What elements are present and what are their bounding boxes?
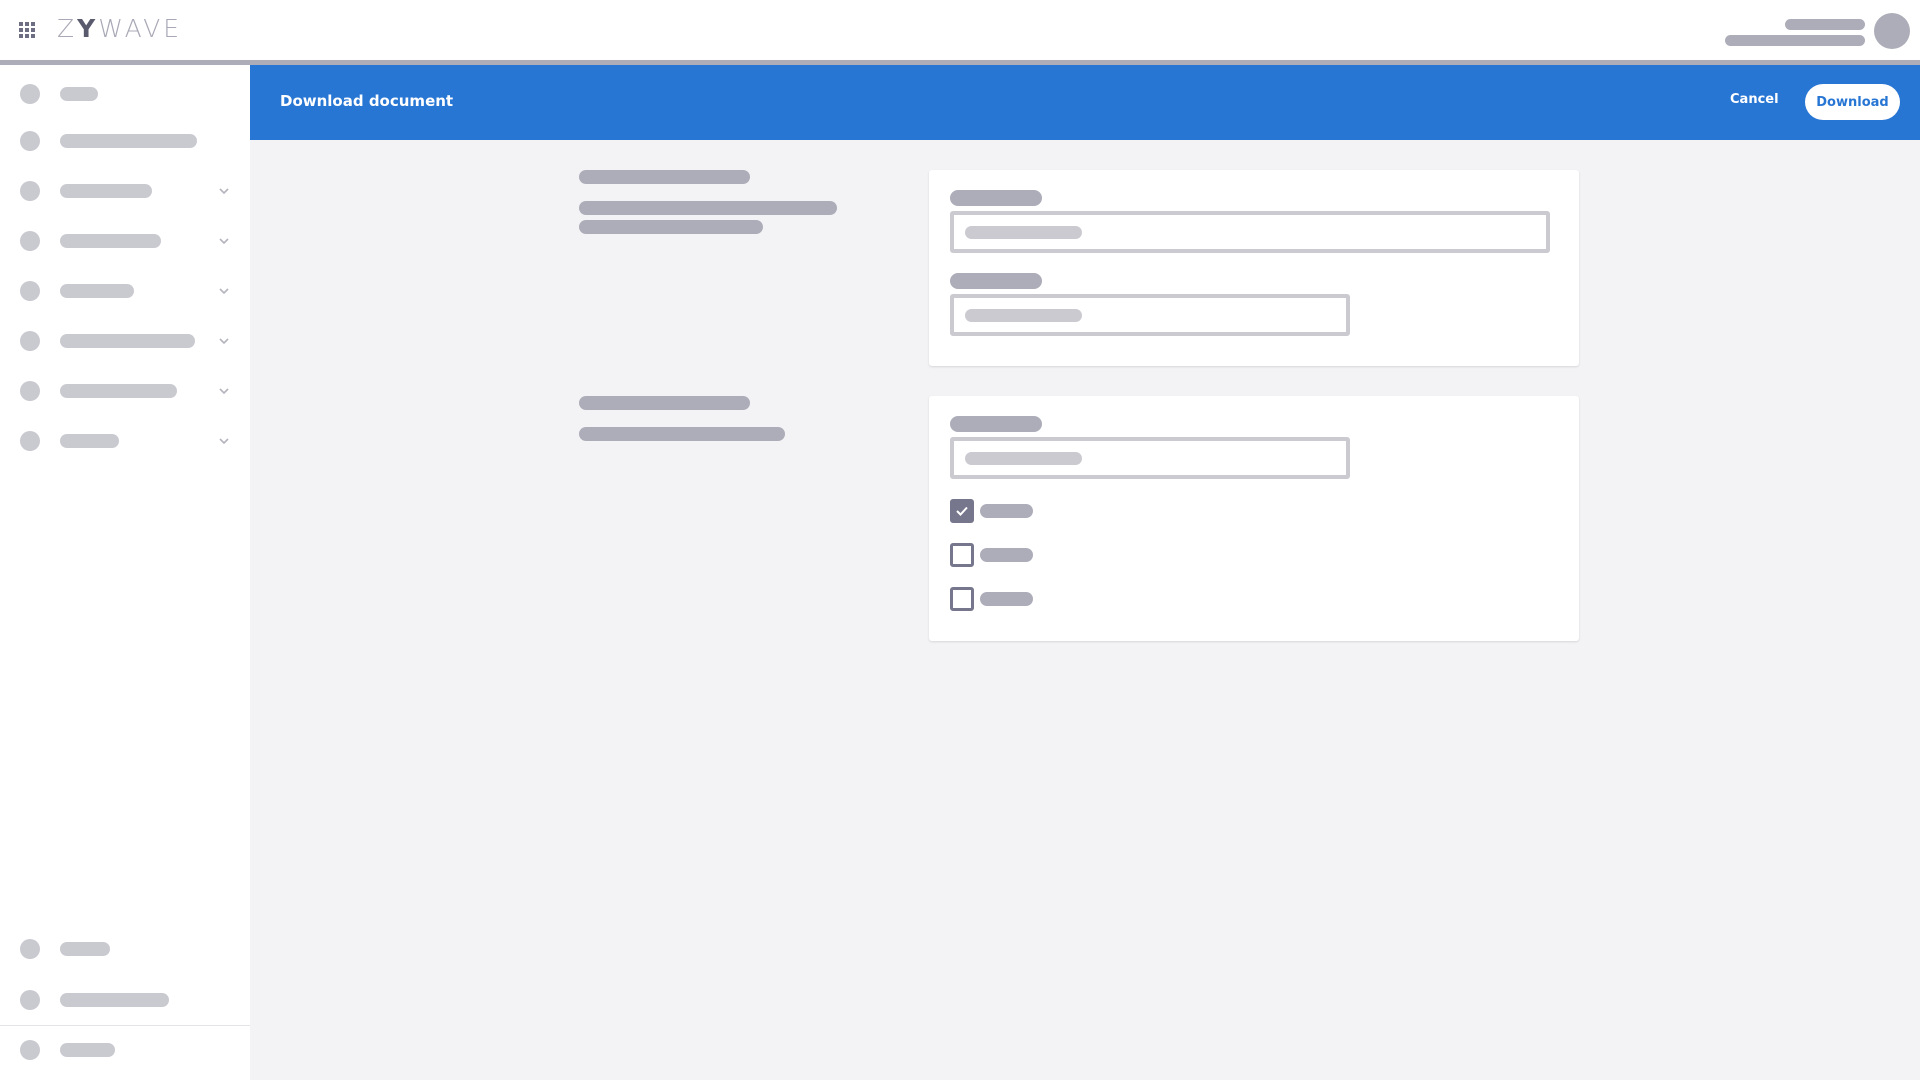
field-1-placeholder bbox=[965, 226, 1082, 239]
sidebar-bottom-item-3[interactable] bbox=[0, 1035, 250, 1065]
sidebar-item-label bbox=[60, 993, 169, 1007]
nav-circle-icon bbox=[20, 1040, 40, 1060]
nav-circle-icon bbox=[20, 84, 40, 104]
sidebar-item-label bbox=[60, 384, 177, 398]
nav-circle-icon bbox=[20, 939, 40, 959]
section-1-heading bbox=[579, 170, 750, 184]
zywave-logo[interactable]: ZYWAVE bbox=[57, 14, 182, 43]
nav-circle-icon bbox=[20, 181, 40, 201]
section-1-description-line-2 bbox=[579, 220, 763, 234]
sidebar-item-label bbox=[60, 234, 161, 248]
nav-circle-icon bbox=[20, 231, 40, 251]
section-2-card bbox=[929, 396, 1579, 641]
field-2-placeholder bbox=[965, 309, 1082, 322]
chevron-down-icon[interactable] bbox=[218, 180, 230, 200]
sidebar-item-2[interactable] bbox=[0, 126, 250, 156]
download-button[interactable]: Download bbox=[1805, 84, 1900, 120]
field-3-label bbox=[950, 416, 1042, 432]
sidebar-item-label bbox=[60, 284, 134, 298]
checkbox-1-label bbox=[980, 504, 1033, 518]
logo-text-wave: WAVE bbox=[98, 14, 183, 43]
field-2-input[interactable] bbox=[950, 294, 1350, 336]
sidebar-item-3[interactable] bbox=[0, 176, 250, 206]
chevron-down-icon[interactable] bbox=[218, 280, 230, 300]
sidebar-item-label bbox=[60, 1043, 115, 1057]
logo-text-y: Y bbox=[77, 14, 99, 43]
field-3-placeholder bbox=[965, 452, 1082, 465]
chevron-down-icon[interactable] bbox=[218, 230, 230, 250]
checkbox-1[interactable] bbox=[950, 499, 974, 523]
sidebar-item-1[interactable] bbox=[0, 79, 250, 109]
sidebar-item-7[interactable] bbox=[0, 376, 250, 406]
chevron-down-icon[interactable] bbox=[218, 430, 230, 450]
user-avatar-icon[interactable] bbox=[1874, 13, 1910, 49]
nav-circle-icon bbox=[20, 431, 40, 451]
cancel-button[interactable]: Cancel bbox=[1730, 92, 1779, 107]
section-1-card bbox=[929, 170, 1579, 366]
sidebar-item-label bbox=[60, 87, 98, 101]
checkmark-icon bbox=[956, 506, 968, 516]
top-bar: ZYWAVE bbox=[0, 0, 1920, 60]
checkbox-3-label bbox=[980, 592, 1033, 606]
user-org-placeholder[interactable] bbox=[1725, 35, 1865, 46]
section-2-heading bbox=[579, 396, 750, 410]
sidebar-item-label bbox=[60, 334, 195, 348]
sidebar-nav bbox=[0, 65, 250, 1080]
section-2-description bbox=[579, 427, 785, 441]
sidebar-item-6[interactable] bbox=[0, 326, 250, 356]
field-1-label bbox=[950, 190, 1042, 206]
section-1-description-line-1 bbox=[579, 201, 837, 215]
field-2-label bbox=[950, 273, 1042, 289]
nav-circle-icon bbox=[20, 990, 40, 1010]
field-3-input[interactable] bbox=[950, 437, 1350, 479]
logo-text-z: Z bbox=[57, 14, 78, 43]
chevron-down-icon[interactable] bbox=[218, 380, 230, 400]
sidebar-divider bbox=[0, 1025, 250, 1026]
sidebar-item-label bbox=[60, 942, 110, 956]
sidebar-item-label bbox=[60, 434, 119, 448]
checkbox-3[interactable] bbox=[950, 587, 974, 611]
nav-circle-icon bbox=[20, 131, 40, 151]
sidebar-item-8[interactable] bbox=[0, 426, 250, 456]
sidebar-item-label bbox=[60, 134, 197, 148]
sidebar-bottom-item-2[interactable] bbox=[0, 985, 250, 1015]
panel-title: Download document bbox=[280, 92, 454, 110]
download-panel-header: Download document Cancel Download bbox=[250, 65, 1920, 140]
app-launcher-grid-icon[interactable] bbox=[19, 22, 37, 38]
field-1-input[interactable] bbox=[950, 211, 1550, 253]
nav-circle-icon bbox=[20, 381, 40, 401]
sidebar-item-label bbox=[60, 184, 152, 198]
sidebar-item-4[interactable] bbox=[0, 226, 250, 256]
nav-circle-icon bbox=[20, 281, 40, 301]
nav-circle-icon bbox=[20, 331, 40, 351]
chevron-down-icon[interactable] bbox=[218, 330, 230, 350]
checkbox-2[interactable] bbox=[950, 543, 974, 567]
user-name-placeholder[interactable] bbox=[1785, 19, 1865, 30]
checkbox-2-label bbox=[980, 548, 1033, 562]
sidebar-item-5[interactable] bbox=[0, 276, 250, 306]
sidebar-bottom-item-1[interactable] bbox=[0, 934, 250, 964]
